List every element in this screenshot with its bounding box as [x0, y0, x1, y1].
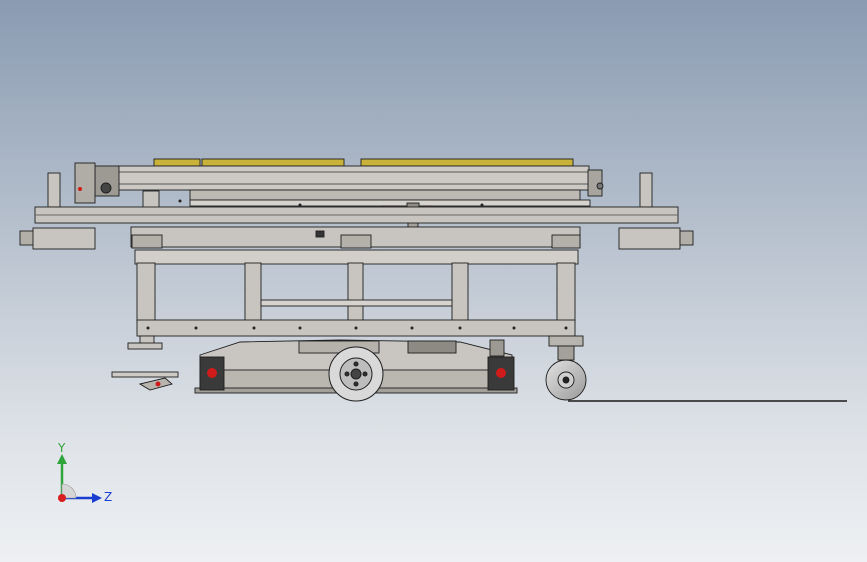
- front-probe: [111, 371, 179, 391]
- switch-box: [315, 230, 325, 238]
- yellow-pad-left: [153, 158, 201, 167]
- caster-wheel: [545, 335, 587, 401]
- cad-viewport[interactable]: [0, 0, 867, 562]
- drive-wheel: [328, 346, 384, 402]
- yellow-pad-right: [360, 158, 574, 167]
- yellow-pad-center: [201, 158, 345, 167]
- z-axis-arrow: [92, 493, 102, 503]
- y-axis-arrow: [57, 454, 67, 464]
- y-axis-label: Y: [57, 441, 66, 455]
- z-axis-label: Z: [104, 490, 112, 504]
- orientation-triad: Y Z: [57, 441, 112, 504]
- x-axis-origin: [58, 494, 66, 502]
